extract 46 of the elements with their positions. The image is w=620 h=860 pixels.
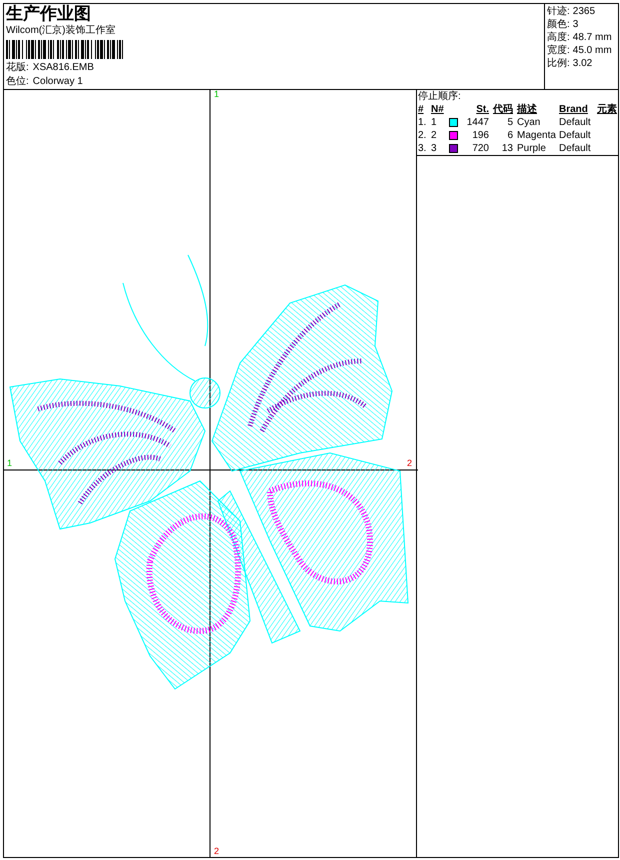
axis-label: 2 xyxy=(407,458,412,468)
document-title: 生产作业图 xyxy=(6,4,92,24)
table-cell-text: 196 xyxy=(471,129,489,142)
table-cell-text: Magenta xyxy=(516,129,557,142)
table-cell-text: 2 xyxy=(431,129,438,142)
axis-label: 1 xyxy=(7,458,12,468)
company-name: Wilcom(汇京)装饰工作室 xyxy=(6,24,116,38)
stat-value: 2365 xyxy=(572,5,596,18)
table-cell-text: 1447 xyxy=(466,116,489,129)
table-cell-text: 6 xyxy=(506,129,513,142)
column-header: 代码 xyxy=(492,103,513,116)
stat-label: 颜色: xyxy=(547,18,570,31)
table-cell-text: Default xyxy=(558,129,592,142)
stat-value: 45.0 mm xyxy=(572,44,612,57)
column-header: N# xyxy=(431,103,445,116)
design-label: 花版: xyxy=(6,61,29,75)
table-cell-text: 2. xyxy=(418,129,428,142)
table-cell-text: 3 xyxy=(431,142,438,155)
column-header: Brand xyxy=(558,103,589,116)
colorway-value: Colorway 1 xyxy=(32,75,83,89)
stat-label: 比例: xyxy=(547,57,570,70)
table-cell-text: 1 xyxy=(431,116,438,129)
column-header: # xyxy=(418,103,425,116)
table-cell-text: 720 xyxy=(471,142,489,155)
table-cell-text: Default xyxy=(558,142,592,155)
column-header: 描述 xyxy=(516,103,538,116)
table-cell-text: Default xyxy=(558,116,592,129)
table-cell-text: 13 xyxy=(500,142,513,155)
axis-label: 1 xyxy=(214,89,220,99)
stat-value: 48.7 mm xyxy=(572,31,612,44)
stat-label: 宽度: xyxy=(547,44,570,57)
table-cell-text: 3. xyxy=(418,142,428,155)
column-header: St. xyxy=(475,103,489,116)
stat-value: 3.02 xyxy=(572,57,592,70)
stop-sequence-title: 停止顺序: xyxy=(418,90,462,103)
colorway-label: 色位: xyxy=(6,75,29,89)
stat-label: 高度: xyxy=(547,31,570,44)
table-cell-text: 1. xyxy=(418,116,428,129)
column-header: 元素 xyxy=(596,103,617,116)
table-cell-text: Cyan xyxy=(516,116,542,129)
design-filename: XSA816.EMB xyxy=(32,61,94,75)
stat-label: 针迹: xyxy=(547,5,570,18)
stat-value: 3 xyxy=(572,18,578,31)
table-cell-text: Purple xyxy=(516,142,547,155)
axis-label: 2 xyxy=(214,846,220,856)
table-cell-text: 5 xyxy=(506,116,513,129)
